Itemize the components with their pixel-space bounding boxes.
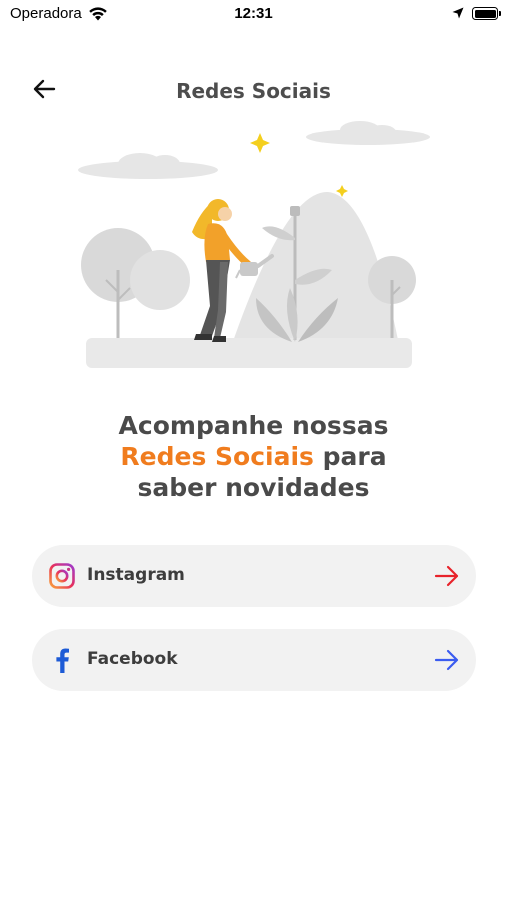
facebook-label: Facebook — [87, 649, 178, 669]
headline-line-2-rest: para — [313, 442, 387, 471]
headline: Acompanhe nossas Redes Sociais para sabe… — [0, 410, 507, 503]
facebook-icon — [56, 648, 69, 673]
gardening-illustration — [78, 121, 430, 368]
battery-tip — [499, 11, 501, 16]
status-bar: Operadora 12:31 — [0, 0, 507, 30]
instagram-label: Instagram — [87, 565, 185, 585]
arrow-right-icon — [434, 649, 459, 671]
headline-line-2: Redes Sociais para — [0, 441, 507, 472]
clock: 12:31 — [234, 5, 273, 22]
headline-line-1: Acompanhe nossas — [118, 411, 389, 440]
headline-highlight: Redes Sociais — [120, 442, 314, 471]
arrow-right-icon — [434, 565, 459, 587]
location-arrow-icon — [452, 7, 464, 19]
facebook-button[interactable]: Facebook — [32, 629, 476, 691]
headline-line-3: saber novidades — [137, 473, 370, 502]
battery-icon — [472, 7, 498, 20]
instagram-icon — [49, 563, 75, 589]
instagram-button[interactable]: Instagram — [32, 545, 476, 607]
page-title: Redes Sociais — [176, 79, 331, 103]
